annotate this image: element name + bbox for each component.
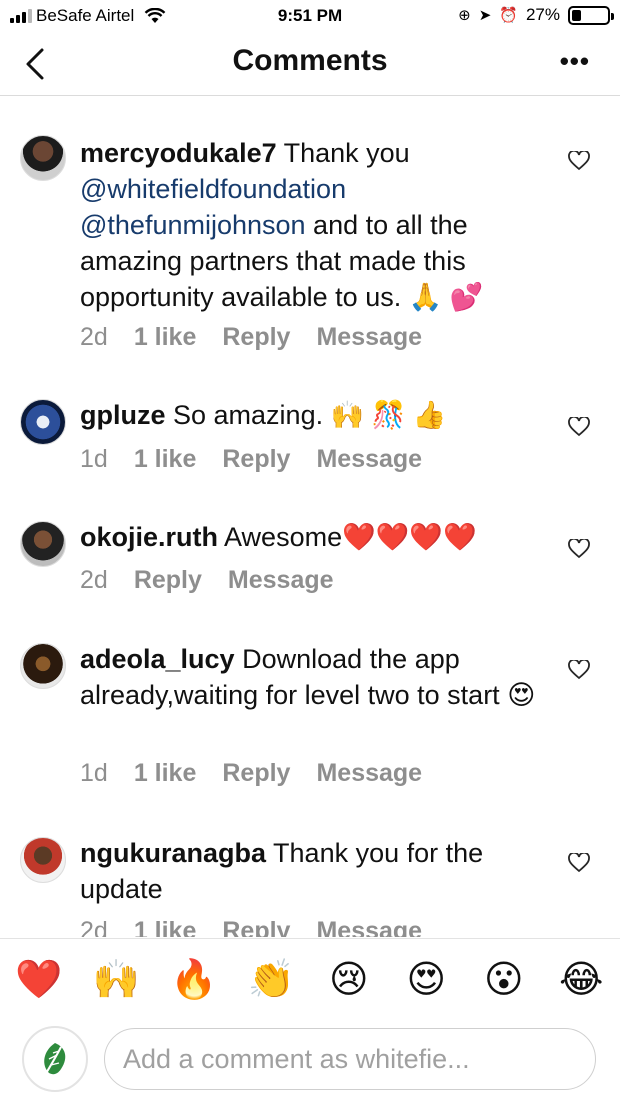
like-heart-icon[interactable] [568,853,590,873]
status-bar: BeSafe Airtel 9:51 PM ⊕ ➤ ⏰ 27% [0,0,620,34]
comment-text: adeola_lucy Download the app already,wai… [80,644,536,710]
message-button[interactable]: Message [316,759,422,788]
message-button[interactable]: Message [316,323,422,352]
comment-username[interactable]: ngukuranagba [80,838,266,868]
battery-icon [568,5,614,25]
page-title: Comments [232,44,388,77]
comment-text: mercyodukale7 Thank you @whitefieldfound… [80,138,484,312]
reply-button[interactable]: Reply [222,917,290,937]
like-count[interactable]: 1 like [134,759,197,788]
comment-list[interactable]: mercyodukale7 Thank you @whitefieldfound… [0,97,620,937]
emoji-clap-button[interactable]: 👏 [243,958,299,1002]
comment-age: 2d [80,917,108,937]
avatar[interactable] [20,399,66,445]
mention-link[interactable]: @thefunmijohnson [80,210,306,240]
like-heart-icon[interactable] [568,417,590,437]
screen-lock-icon: ⊕ [458,7,471,24]
like-count[interactable]: 1 like [134,445,197,474]
comment-username[interactable]: gpluze [80,400,166,430]
emoji-raised-hands-button[interactable]: 🙌 [88,958,144,1002]
reply-button[interactable]: Reply [222,445,290,474]
like-count[interactable]: 1 like [134,323,197,352]
comment-composer: Add a comment as whitefie... [0,1020,620,1103]
comment-meta: 2d Reply Message [80,566,334,595]
like-heart-icon[interactable] [568,539,590,559]
comment-age: 2d [80,323,108,351]
reply-button[interactable]: Reply [222,323,290,352]
avatar[interactable] [20,643,66,689]
comment-text: okojie.ruth Awesome❤️❤️❤️❤️ [80,522,477,552]
comment-age: 1d [80,445,108,473]
comment-username[interactable]: okojie.ruth [80,522,218,552]
emoji-laughing-button[interactable]: 😂 [553,957,609,1002]
emoji-heart-button[interactable]: ❤️ [11,958,67,1002]
comment-input[interactable]: Add a comment as whitefie... [104,1028,596,1090]
comment-text: ngukuranagba Thank you for the update [80,838,484,904]
message-button[interactable]: Message [316,917,422,937]
nav-header: Comments ••• [0,34,620,96]
comment-age: 2d [80,566,108,594]
emoji-fire-button[interactable]: 🔥 [166,958,222,1002]
message-button[interactable]: Message [316,445,422,474]
avatar[interactable] [20,521,66,567]
avatar[interactable] [20,135,66,181]
comment-meta: 2d 1 like Reply Message [80,917,422,937]
like-heart-icon[interactable] [568,660,590,680]
comment-username[interactable]: mercyodukale7 [80,138,277,168]
location-icon: ➤ [478,7,492,24]
comment-meta: 1d 1 like Reply Message [80,445,422,474]
emoji-heart-eyes-button[interactable]: 😍 [398,957,454,1002]
emoji-surprised-button[interactable]: 😮 [476,957,532,1002]
battery-percent: 27% [525,5,560,24]
leaf-logo-icon [32,1036,78,1082]
comment-meta: 2d 1 like Reply Message [80,323,422,352]
like-count[interactable]: 1 like [134,917,197,937]
message-button[interactable]: Message [228,566,334,595]
more-options-button[interactable]: ••• [560,46,590,77]
comment-username[interactable]: adeola_lucy [80,644,235,674]
reply-button[interactable]: Reply [134,566,202,595]
alarm-icon: ⏰ [499,7,518,24]
status-right: ⊕ ➤ ⏰ 27% [458,5,614,25]
emoji-quick-bar: ❤️ 🙌 🔥 👏 😢 😍 😮 😂 [0,938,620,1020]
reply-button[interactable]: Reply [222,759,290,788]
like-heart-icon[interactable] [568,151,590,171]
comment-age: 1d [80,759,108,787]
comment-meta: 1d 1 like Reply Message [80,759,422,788]
battery-fill [572,9,582,21]
mention-link[interactable]: @whitefieldfoundation [80,174,346,204]
user-avatar [22,1026,88,1092]
comment-text: gpluze So amazing. 🙌 🎊 👍 [80,400,447,430]
avatar[interactable] [20,837,66,883]
emoji-crying-button[interactable]: 😢 [321,957,377,1002]
